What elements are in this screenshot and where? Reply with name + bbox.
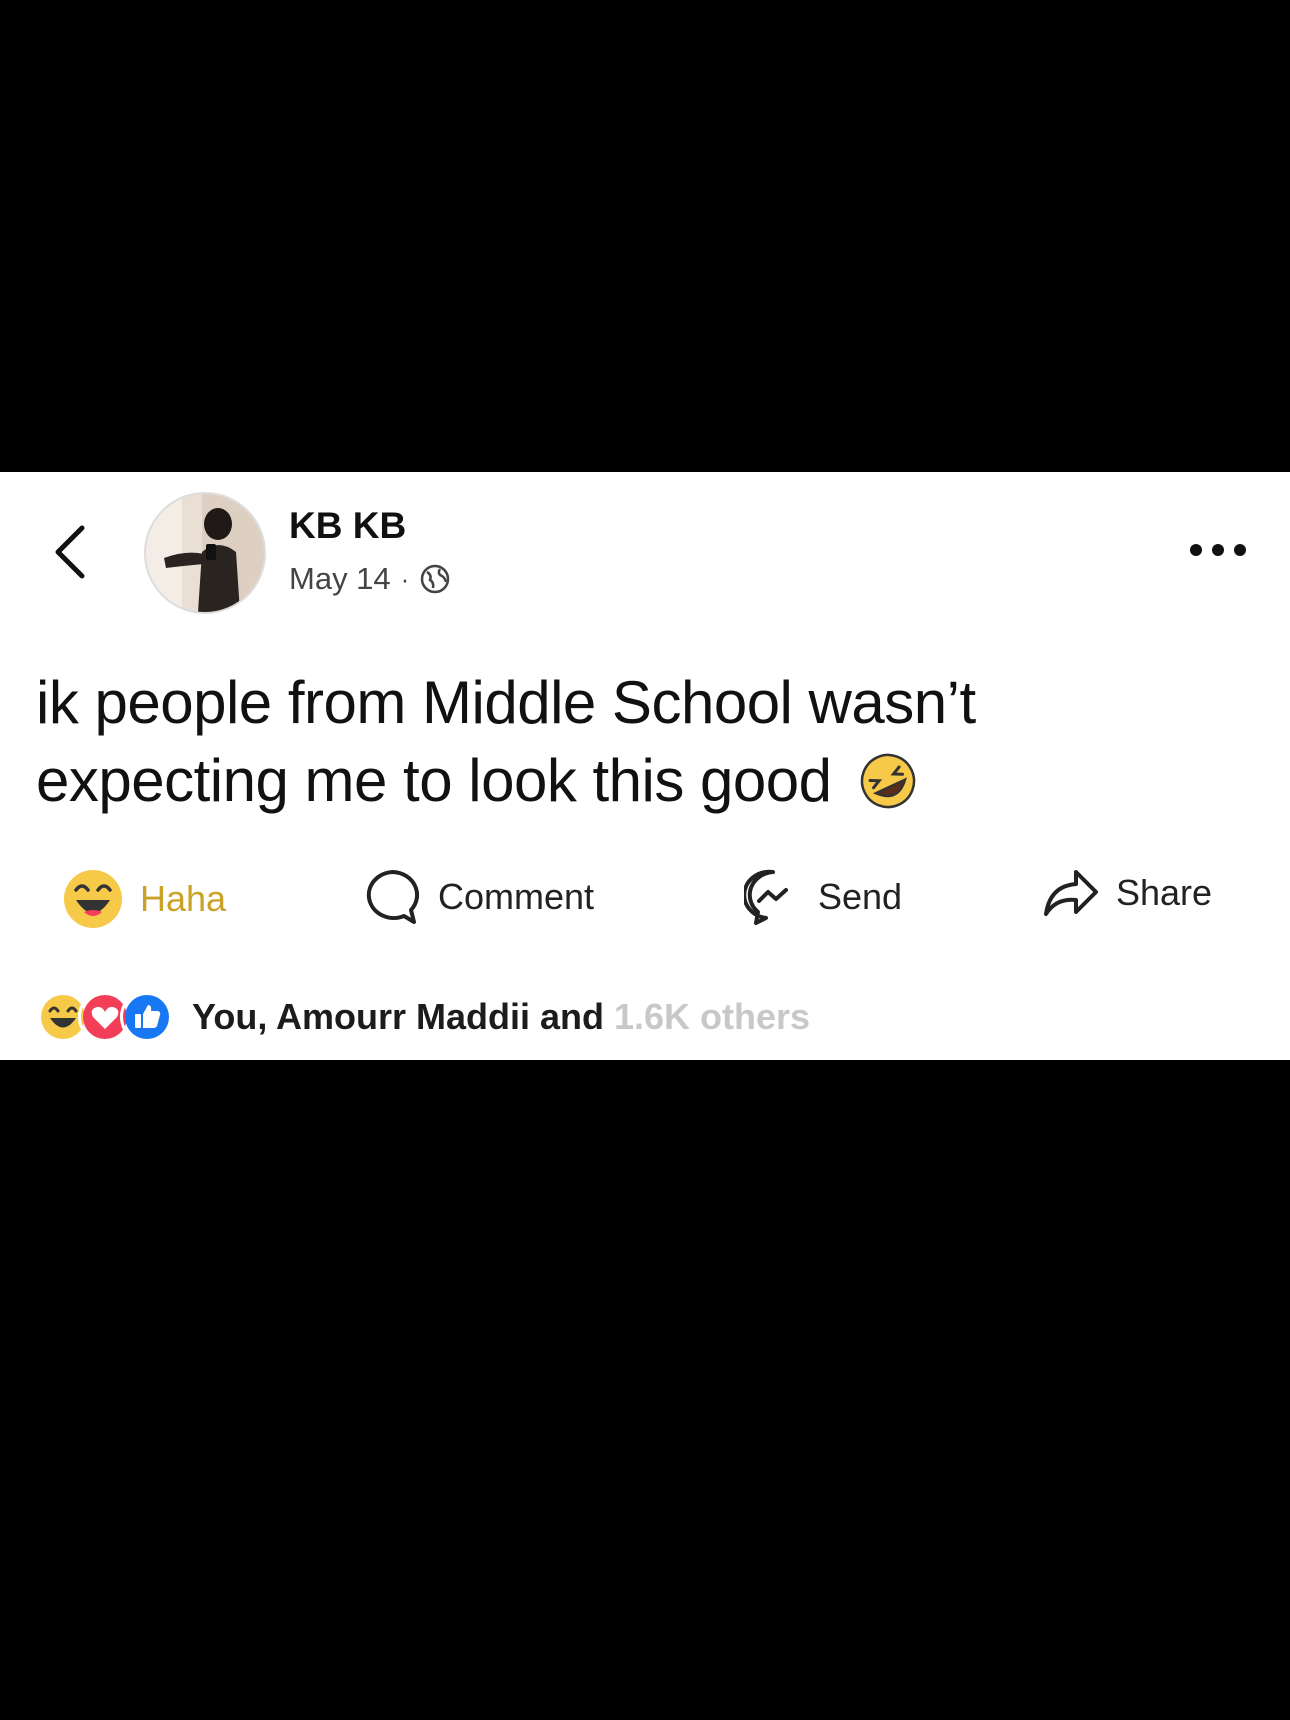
post-text: ik people from Middle School wasn’t expe… <box>36 664 1236 830</box>
messenger-icon <box>744 869 788 925</box>
like-reaction-icon <box>120 990 174 1044</box>
haha-label: Haha <box>140 878 227 919</box>
meta-separator: · <box>400 563 410 594</box>
share-arrow-icon <box>1044 870 1098 916</box>
comment-button[interactable]: Comment <box>364 868 594 926</box>
reactions-text: You, Amourr Maddii and 1.6K others <box>192 996 810 1038</box>
avatar-photo <box>146 494 264 612</box>
comment-label: Comment <box>438 876 595 917</box>
share-button[interactable]: Share <box>1042 868 1212 918</box>
post-text-line-2-content: expecting me to look this good <box>36 747 832 814</box>
post-meta: May 14 · <box>289 561 451 597</box>
avatar[interactable] <box>144 492 266 614</box>
globe-icon <box>421 564 450 594</box>
reactions-summary[interactable]: You, Amourr Maddii and 1.6K others <box>36 990 810 1044</box>
reactions-names: You, Amourr Maddii and <box>192 996 604 1037</box>
dot-icon <box>1234 544 1246 556</box>
haha-icon <box>64 870 122 928</box>
chevron-left-icon <box>55 525 85 579</box>
share-label: Share <box>1116 872 1213 913</box>
reactions-count-obscured: 1.6K others <box>614 996 811 1037</box>
post-text-line-2: expecting me to look this good <box>36 742 1236 830</box>
back-button[interactable] <box>50 522 90 582</box>
dot-icon <box>1190 544 1202 556</box>
haha-reaction-button[interactable]: Haha <box>62 868 226 930</box>
post-text-line-1: ik people from Middle School wasn’t <box>36 669 976 736</box>
author-name[interactable]: KB KB <box>289 505 406 547</box>
comment-icon <box>366 870 420 924</box>
post-date[interactable]: May 14 <box>289 561 391 597</box>
more-options-button[interactable] <box>1190 538 1246 562</box>
dot-icon <box>1212 544 1224 556</box>
send-button[interactable]: Send <box>744 868 902 926</box>
rolling-on-floor-laughing-icon <box>858 751 918 830</box>
send-label: Send <box>818 876 903 917</box>
